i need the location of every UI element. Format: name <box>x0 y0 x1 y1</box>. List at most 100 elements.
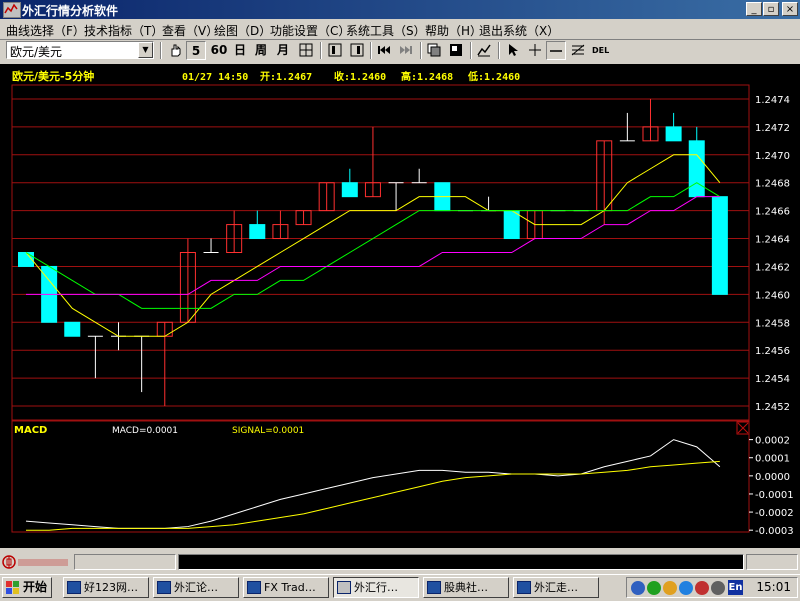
macd-value: MACD=0.0001 <box>112 426 178 436</box>
chart-close: 收:1.2460 <box>334 70 386 83</box>
line-chart-icon[interactable] <box>474 41 494 60</box>
macd-y-tick-label: -0.0001 <box>755 490 794 501</box>
app-icon <box>247 581 261 594</box>
system-tray: En 15:01 <box>626 577 798 598</box>
menu-indicators[interactable]: 技术指标（T） <box>84 22 163 39</box>
fibonacci-icon[interactable] <box>568 41 588 60</box>
start-button[interactable]: 开始 <box>2 577 52 598</box>
separator <box>320 42 322 59</box>
app-icon <box>337 581 351 594</box>
layout-icon[interactable] <box>424 41 444 60</box>
y-tick-label: 1.2456 <box>755 346 790 357</box>
tray-icon[interactable] <box>663 581 677 595</box>
macd-line <box>25 439 721 529</box>
y-tick-label: 1.2460 <box>755 290 790 301</box>
y-tick-label: 1.2462 <box>755 262 790 273</box>
task-button[interactable]: 外汇走… <box>513 577 599 598</box>
candle-down[interactable] <box>688 140 705 198</box>
candle-down[interactable] <box>249 224 266 240</box>
separator <box>498 42 500 59</box>
symbol-value: 欧元/美元 <box>10 45 63 59</box>
tray-icon[interactable] <box>695 581 709 595</box>
ime-indicator[interactable]: En <box>728 580 743 595</box>
period-day-button[interactable]: 日 <box>231 41 249 60</box>
pointer-icon[interactable] <box>503 41 523 60</box>
price-chart[interactable]: 欧元/美元-5分钟 01/27 14:50 开:1.2467 收:1.2460 … <box>0 64 800 548</box>
menu-exit[interactable]: 退出系统（X） <box>479 22 559 39</box>
chart-low: 低:1.2460 <box>467 70 520 83</box>
macd-y-tick-label: 0.0000 <box>755 472 790 483</box>
close-button[interactable]: × <box>782 2 798 16</box>
candle-down[interactable] <box>64 321 81 337</box>
start-label: 开始 <box>23 580 48 594</box>
y-tick-label: 1.2454 <box>755 374 790 385</box>
symbol-select[interactable]: 欧元/美元 ▼ <box>6 41 154 59</box>
crosshair-icon[interactable] <box>525 41 545 60</box>
macd-y-tick-label: 0.0002 <box>755 436 790 447</box>
tray-icon[interactable] <box>679 581 693 595</box>
y-tick-label: 1.2458 <box>755 318 790 329</box>
chart-title: 欧元/美元-5分钟 <box>12 69 94 83</box>
task-button[interactable]: 好123网… <box>63 577 149 598</box>
hand-icon[interactable] <box>165 41 185 60</box>
hline-icon[interactable] <box>546 41 566 60</box>
signal-line <box>26 460 720 531</box>
status-pane <box>178 554 744 570</box>
period-60min-button[interactable]: 60 <box>208 41 230 60</box>
chart-datetime: 01/27 14:50 <box>182 72 248 83</box>
candle-down[interactable] <box>341 182 358 198</box>
chevron-down-icon[interactable]: ▼ <box>138 42 153 58</box>
menu-draw[interactable]: 绘图（D） <box>214 22 271 39</box>
menu-bar: 曲线选择（F） 技术指标（T） 查看（V） 绘图（D） 功能设置（C） 系统工具… <box>0 19 800 40</box>
y-tick-label: 1.2474 <box>755 95 790 106</box>
last-icon[interactable] <box>396 41 416 60</box>
app-icon[interactable] <box>3 2 21 18</box>
macd-y-tick-label: -0.0002 <box>755 508 794 519</box>
y-tick-label: 1.2472 <box>755 123 790 134</box>
grid-icon[interactable] <box>296 41 316 60</box>
y-tick-label: 1.2468 <box>755 179 790 190</box>
close-icon[interactable] <box>736 421 750 435</box>
task-button[interactable]: FX Trad… <box>243 577 329 598</box>
period-month-button[interactable]: 月 <box>274 41 292 60</box>
task-button[interactable]: 股典社… <box>423 577 509 598</box>
toolbar: 欧元/美元 ▼ 5 60 日 周 月 DEL <box>0 40 800 62</box>
separator <box>160 42 162 59</box>
period-week-button[interactable]: 周 <box>252 41 270 60</box>
title-bar: 外汇行情分析软件 _ ▫ × <box>0 0 800 19</box>
delete-icon[interactable]: DEL <box>590 41 614 60</box>
y-tick-label: 1.2470 <box>755 151 790 162</box>
macd-label: MACD <box>14 425 47 436</box>
period-5min-button[interactable]: 5 <box>186 41 206 60</box>
volume-icon[interactable] <box>711 581 725 595</box>
task-button[interactable]: 外汇行… <box>333 577 419 598</box>
chart-icon[interactable] <box>347 41 367 60</box>
network-icon[interactable] <box>631 581 645 595</box>
separator <box>370 42 372 59</box>
minimize-button[interactable]: _ <box>746 2 762 16</box>
menu-help[interactable]: 帮助（H） <box>425 22 482 39</box>
menu-settings[interactable]: 功能设置（C） <box>270 22 350 39</box>
restore-button[interactable]: ▫ <box>763 2 779 16</box>
browser-icon <box>157 581 171 594</box>
separator <box>470 42 472 59</box>
macd-y-tick-label: 0.0001 <box>755 454 790 465</box>
y-tick-label: 1.2464 <box>755 235 790 246</box>
browser-icon <box>67 581 81 594</box>
chart-icon[interactable] <box>325 41 345 60</box>
signal-value: SIGNAL=0.0001 <box>232 426 304 436</box>
first-icon[interactable] <box>374 41 394 60</box>
layout-icon[interactable] <box>446 41 466 60</box>
menu-view[interactable]: 查看（V） <box>162 22 218 39</box>
chart-open: 开:1.2467 <box>260 71 312 83</box>
candle-down[interactable] <box>711 196 728 295</box>
candle-down[interactable] <box>503 210 520 240</box>
svg-text:DEL: DEL <box>592 46 609 55</box>
menu-tools[interactable]: 系统工具（S） <box>346 22 426 39</box>
chart-area[interactable]: 欧元/美元-5分钟 01/27 14:50 开:1.2467 收:1.2460 … <box>0 64 800 548</box>
menu-curve[interactable]: 曲线选择（F） <box>6 22 85 39</box>
task-button[interactable]: 外汇论… <box>153 577 239 598</box>
candle-down[interactable] <box>665 126 682 142</box>
tray-icon[interactable] <box>647 581 661 595</box>
status-pane <box>746 554 798 570</box>
